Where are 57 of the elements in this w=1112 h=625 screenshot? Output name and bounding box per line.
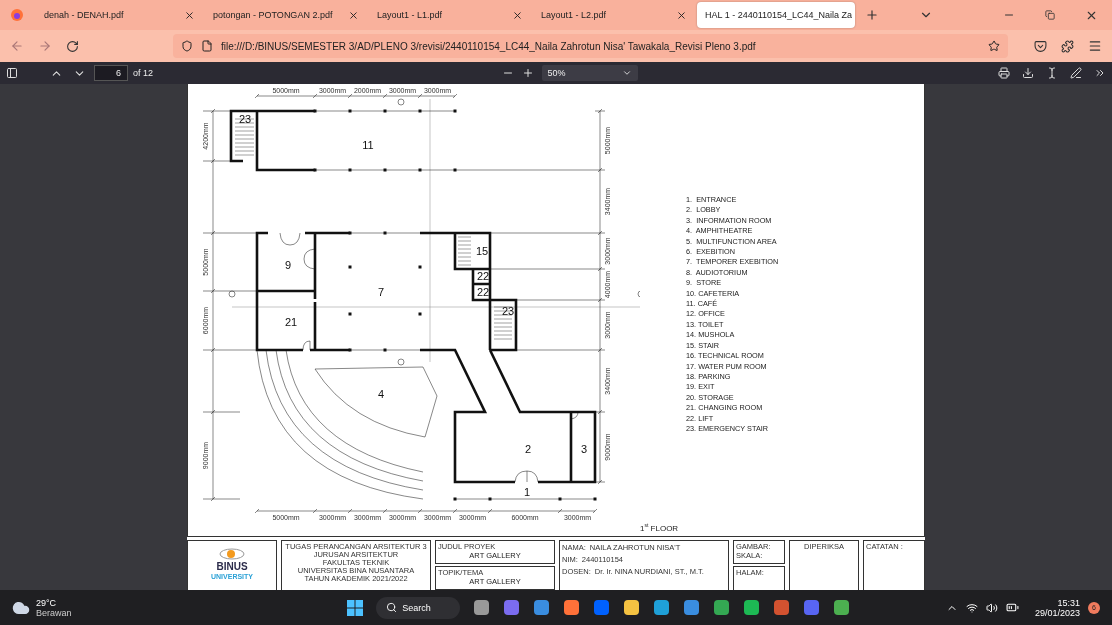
- page-number-field[interactable]: 6: [94, 65, 128, 81]
- browser-logo-icon[interactable]: [10, 8, 24, 22]
- floor-title: 1$^{st}$ FLOOR: [640, 522, 680, 533]
- close-icon: [676, 9, 687, 21]
- room-number: 3: [580, 443, 588, 455]
- speaker-icon[interactable]: [985, 601, 998, 614]
- clock[interactable]: 15:31 29/01/2023: [1034, 597, 1080, 618]
- page-count: of 12: [133, 68, 154, 78]
- temperature: 29°C: [36, 597, 58, 608]
- logo-text: BINUS: [216, 562, 248, 572]
- shield-icon: [181, 40, 193, 52]
- more-tools-icon[interactable]: [1094, 67, 1106, 79]
- room-number: 21: [284, 316, 298, 328]
- restore-icon[interactable]: [1045, 10, 1055, 20]
- browser-tab[interactable]: HAL 1 - 2440110154_LC44_Naila Za: [697, 2, 855, 28]
- close-icon: [184, 9, 195, 21]
- room-number: 4: [377, 388, 385, 400]
- zoom-in-icon[interactable]: [521, 67, 534, 79]
- search-icon: [386, 602, 398, 613]
- logo-icon: [219, 547, 245, 561]
- browser-tab[interactable]: Layout1 - L1.pdf: [369, 0, 529, 30]
- room-number: 23: [238, 113, 252, 125]
- room-number: 11: [362, 139, 374, 151]
- close-icon: [512, 9, 523, 21]
- chevron-down-icon: [621, 68, 632, 78]
- start-icon[interactable]: [347, 599, 364, 616]
- reload-icon[interactable]: [66, 39, 79, 53]
- room-number: 22: [476, 270, 490, 282]
- room-number: 15: [475, 245, 489, 257]
- pocket-icon[interactable]: [1034, 39, 1047, 53]
- wifi-icon[interactable]: [965, 601, 978, 614]
- weather-condition: Berawan: [36, 607, 72, 618]
- search-button[interactable]: Search: [376, 596, 461, 619]
- text-cursor-icon[interactable]: [1046, 67, 1058, 79]
- room-number: 1: [523, 486, 531, 498]
- battery-icon[interactable]: [1005, 601, 1019, 614]
- url-text: file:///D:/BINUS/SEMESTER 3/AD/PLENO 3/revisi/2440110154_LC44_Naila Zahrotun Nisa' Tawakala_Revisi Pleno 3.pdf: [221, 40, 757, 52]
- room-number: 7: [377, 286, 385, 298]
- room-number: 23: [501, 305, 515, 317]
- browser-tab[interactable]: Layout1 - L2.pdf: [533, 0, 693, 30]
- zoom-select[interactable]: 50%: [541, 65, 638, 81]
- extensions-icon[interactable]: [1061, 39, 1074, 53]
- room-number: 9: [284, 259, 292, 271]
- menu-icon[interactable]: [1088, 39, 1102, 53]
- room-number: 2: [524, 443, 532, 455]
- sidebar-toggle-icon[interactable]: [6, 67, 18, 79]
- browser-tab[interactable]: denah - DENAH.pdf: [36, 0, 201, 30]
- pen-icon[interactable]: [1070, 67, 1082, 79]
- file-icon: [201, 40, 213, 52]
- close-icon: [348, 9, 359, 21]
- browser-tab[interactable]: potongan - POTONGAN 2.pdf: [205, 0, 365, 30]
- new-tab-icon[interactable]: [865, 8, 879, 22]
- print-icon[interactable]: [998, 67, 1010, 79]
- save-icon[interactable]: [1022, 67, 1034, 79]
- address-bar[interactable]: file:///D:/BINUS/SEMESTER 3/AD/PLENO 3/revisi/2440110154_LC44_Naila Zahrotun Nisa' Tawakala_Revisi Pleno 3.pdf: [173, 34, 1008, 58]
- bookmark-star-icon: [988, 40, 1000, 52]
- room-number: 22: [476, 286, 490, 298]
